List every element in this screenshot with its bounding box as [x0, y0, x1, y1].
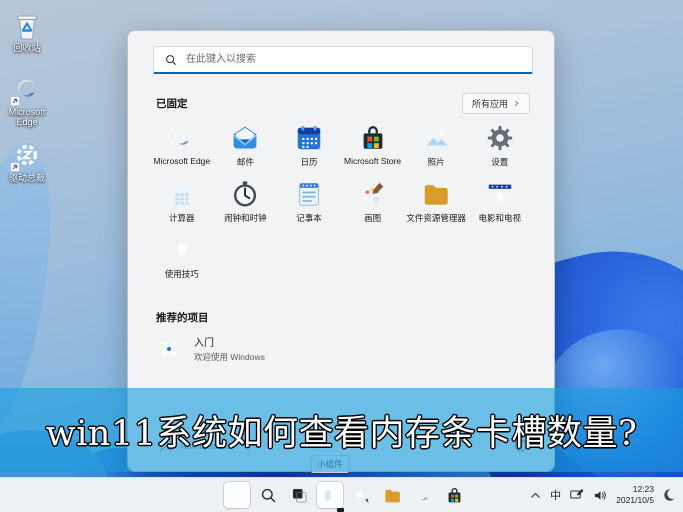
paint-palette-icon: [358, 179, 388, 209]
system-tray: 中 12:23 2021/10/5: [529, 478, 676, 512]
mail-icon: [230, 123, 260, 153]
pinned-app-edge[interactable]: Microsoft Edge: [150, 123, 214, 179]
pinned-app-label: 使用技巧: [164, 269, 199, 279]
pinned-app-label: 邮件: [236, 157, 254, 167]
windows-desktop: 回收站 Microsoft Edge 驱动总裁 已固定 所有应用: [0, 0, 683, 512]
edge-button[interactable]: [410, 482, 436, 508]
taskbar-clock[interactable]: 12:23 2021/10/5: [616, 484, 654, 506]
recycle-bin-icon: [10, 8, 44, 42]
start-button[interactable]: [224, 482, 250, 508]
pinned-app-label: 记事本: [296, 213, 322, 223]
caption-text: win11系统如何查看内存条卡槽数量?: [45, 413, 638, 454]
focus-assist-moon-icon[interactable]: [662, 488, 676, 502]
windows-start-icon: [228, 486, 247, 505]
taskbar: 中 12:23 2021/10/5: [0, 477, 683, 512]
pinned-app-tips[interactable]: 使用技巧: [150, 235, 214, 291]
tray-time: 12:23: [632, 483, 654, 494]
pinned-app-label: 电影和电视: [478, 213, 522, 223]
pinned-app-settings[interactable]: 设置: [468, 123, 532, 179]
search-input[interactable]: [153, 46, 533, 74]
pinned-app-label: 照片: [427, 157, 445, 167]
photos-icon: [421, 123, 451, 153]
recommended-section-title: 推荐的项目: [156, 312, 209, 324]
desktop-icon-label: 回收站: [13, 43, 41, 53]
pinned-app-label: Microsoft Edge: [153, 156, 211, 166]
search-icon: [164, 53, 178, 67]
caption-overlay: win11系统如何查看内存条卡槽数量?: [0, 388, 683, 472]
pinned-apps-grid: Microsoft Edge 邮件 日历 Microsoft Store 照片 …: [150, 123, 532, 291]
pinned-app-calendar[interactable]: 日历: [277, 123, 341, 179]
recommended-item-get-started[interactable]: 入门 欢迎使用 Windows: [156, 334, 265, 363]
desktop-icon-recycle-bin[interactable]: 回收站: [3, 8, 51, 53]
pinned-app-file-explorer[interactable]: 文件资源管理器: [404, 179, 468, 235]
pinned-app-movies-tv[interactable]: 电影和电视: [468, 179, 532, 235]
taskbar-search-button[interactable]: [255, 482, 281, 508]
desktop-icon-driver-app[interactable]: 驱动总裁: [3, 138, 51, 183]
store-button[interactable]: [441, 482, 467, 508]
mouse-cursor: [337, 508, 344, 512]
widgets-icon: [321, 486, 340, 505]
pinned-app-label: 计算器: [169, 213, 195, 223]
desktop-icon-edge[interactable]: Microsoft Edge: [3, 72, 51, 128]
chevron-right-icon: [513, 100, 520, 107]
pinned-app-mail[interactable]: 邮件: [214, 123, 278, 179]
task-view-icon: [290, 486, 309, 505]
microsoft-store-icon: [445, 486, 464, 505]
folder-icon: [383, 486, 402, 505]
search-icon: [259, 486, 278, 505]
settings-gear-icon: [485, 123, 515, 153]
tips-lightbulb-icon: [167, 235, 197, 265]
tray-date: 2021/10/5: [616, 495, 654, 505]
pinned-app-label: Microsoft Store: [344, 156, 402, 166]
movies-tv-icon: [485, 179, 515, 209]
file-explorer-button[interactable]: [379, 482, 405, 508]
recommended-item-title: 入门: [194, 338, 214, 349]
ime-indicator[interactable]: 中: [550, 487, 561, 503]
recommended-item-subtitle: 欢迎使用 Windows: [194, 352, 265, 362]
pinned-app-label: 闹钟和时钟: [224, 213, 267, 223]
start-search: [153, 46, 533, 74]
notepad-icon: [294, 179, 324, 209]
pinned-app-label: 日历: [300, 157, 318, 167]
all-apps-label: 所有应用: [471, 99, 508, 109]
calculator-icon: [167, 179, 197, 209]
chat-bubble-icon: [352, 486, 371, 505]
get-started-icon: [156, 336, 182, 362]
desktop-icon-label: 驱动总裁: [8, 173, 45, 183]
pinned-app-notepad[interactable]: 记事本: [277, 179, 341, 235]
pen-input-icon[interactable]: [569, 487, 585, 503]
driver-app-shortcut-icon: [10, 138, 44, 172]
all-apps-button[interactable]: 所有应用: [461, 93, 530, 114]
tray-overflow-chevron-icon[interactable]: [529, 489, 542, 502]
microsoft-store-icon: [358, 123, 388, 153]
calendar-icon: [294, 123, 324, 153]
shortcut-arrow-icon: [10, 162, 20, 172]
pinned-app-store[interactable]: Microsoft Store: [341, 123, 405, 179]
pinned-app-calculator[interactable]: 计算器: [150, 179, 214, 235]
desktop-icon-label: Microsoft Edge: [8, 107, 46, 128]
edge-icon: [414, 486, 433, 505]
pinned-section-title: 已固定: [156, 98, 188, 110]
widgets-button[interactable]: [317, 482, 343, 508]
volume-icon[interactable]: [593, 488, 608, 503]
task-view-button[interactable]: [286, 482, 312, 508]
edge-shortcut-icon: [10, 72, 44, 106]
shortcut-arrow-icon: [10, 96, 20, 106]
chat-button[interactable]: [348, 482, 374, 508]
alarm-clock-icon: [230, 179, 260, 209]
pinned-app-photos[interactable]: 照片: [404, 123, 468, 179]
pinned-app-label: 画图: [364, 213, 382, 223]
folder-icon: [421, 179, 451, 209]
pinned-app-paint[interactable]: 画图: [341, 179, 405, 235]
taskbar-center-icons: [224, 482, 467, 508]
pinned-app-label: 设置: [491, 157, 509, 167]
pinned-app-alarms[interactable]: 闹钟和时钟: [214, 179, 278, 235]
edge-icon: [167, 123, 197, 153]
pinned-app-label: 文件资源管理器: [406, 213, 466, 223]
